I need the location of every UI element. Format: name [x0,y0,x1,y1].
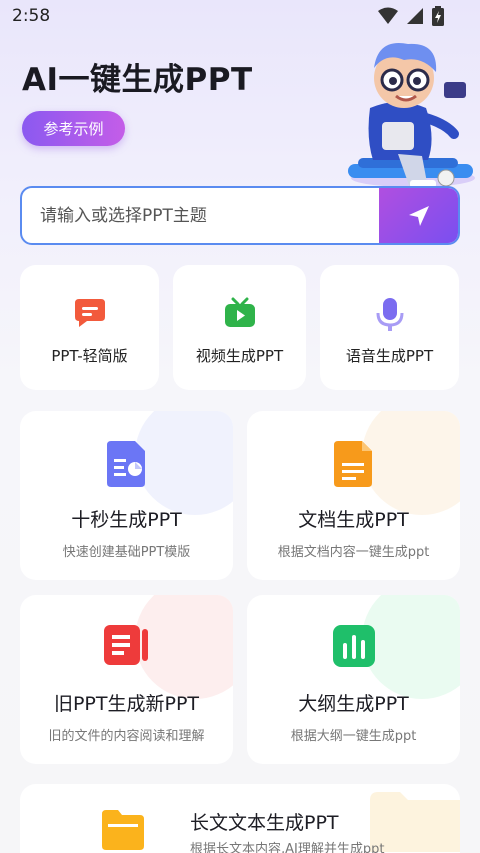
document-chart-icon [106,441,145,487]
status-icons [378,6,444,26]
card-subtitle: 旧的文件的内容阅读和理解 [48,729,205,744]
topic-input[interactable] [22,188,382,243]
feature-document-to-ppt[interactable]: 文档生成PPT 根据文档内容一键生成ppt [247,411,460,580]
example-button[interactable]: 参考示例 [22,111,125,146]
folder-icon [102,810,144,850]
signal-icon [407,8,423,24]
card-decoration [362,595,460,699]
tool-label: 视频生成PPT [195,347,284,365]
tool-label: PPT-轻简版 [51,347,128,365]
battery-icon [432,6,444,26]
topic-search-box [20,186,460,245]
status-bar: 2:58 [0,0,480,34]
bar-chart-icon [332,625,375,667]
document-icon [333,441,372,487]
card-decoration [135,595,233,699]
send-arrow-icon [408,205,429,226]
wifi-icon [378,7,398,24]
tool-label: 语音生成PPT [345,347,434,365]
card-decoration [362,411,460,515]
card-subtitle: 根据长文本内容,AI理解并生成ppt [190,842,385,853]
card-title: 文档生成PPT [298,509,409,531]
card-title: 旧PPT生成新PPT [53,693,200,715]
tool-voice-to-ppt[interactable]: 语音生成PPT [320,265,459,390]
send-button[interactable] [379,188,458,243]
card-subtitle: 快速创建基础PPT模版 [62,545,191,560]
slides-icon [103,625,148,665]
feature-long-text-to-ppt[interactable]: 长文文本生成PPT 根据长文本内容,AI理解并生成ppt [20,784,460,853]
page-title: AI一键生成PPT [22,62,253,98]
card-subtitle: 根据文档内容一键生成ppt [277,545,430,560]
mascot-illustration [348,43,475,188]
feature-ten-second-ppt[interactable]: 十秒生成PPT 快速创建基础PPT模版 [20,411,233,580]
feature-old-ppt-to-new[interactable]: 旧PPT生成新PPT 旧的文件的内容阅读和理解 [20,595,233,764]
feature-outline-to-ppt[interactable]: 大纲生成PPT 根据大纲一键生成ppt [247,595,460,764]
tool-ppt-lite[interactable]: PPT-轻简版 [20,265,159,390]
chat-bubble-icon [74,299,105,327]
card-title: 十秒生成PPT [71,509,182,531]
microphone-icon [376,298,403,331]
card-title: 长文文本生成PPT [190,812,339,834]
card-decoration [135,411,233,515]
tool-video-to-ppt[interactable]: 视频生成PPT [173,265,306,390]
tv-play-icon [224,297,255,327]
card-subtitle: 根据大纲一键生成ppt [290,729,417,744]
card-title: 大纲生成PPT [298,693,409,715]
status-time: 2:58 [12,6,51,26]
